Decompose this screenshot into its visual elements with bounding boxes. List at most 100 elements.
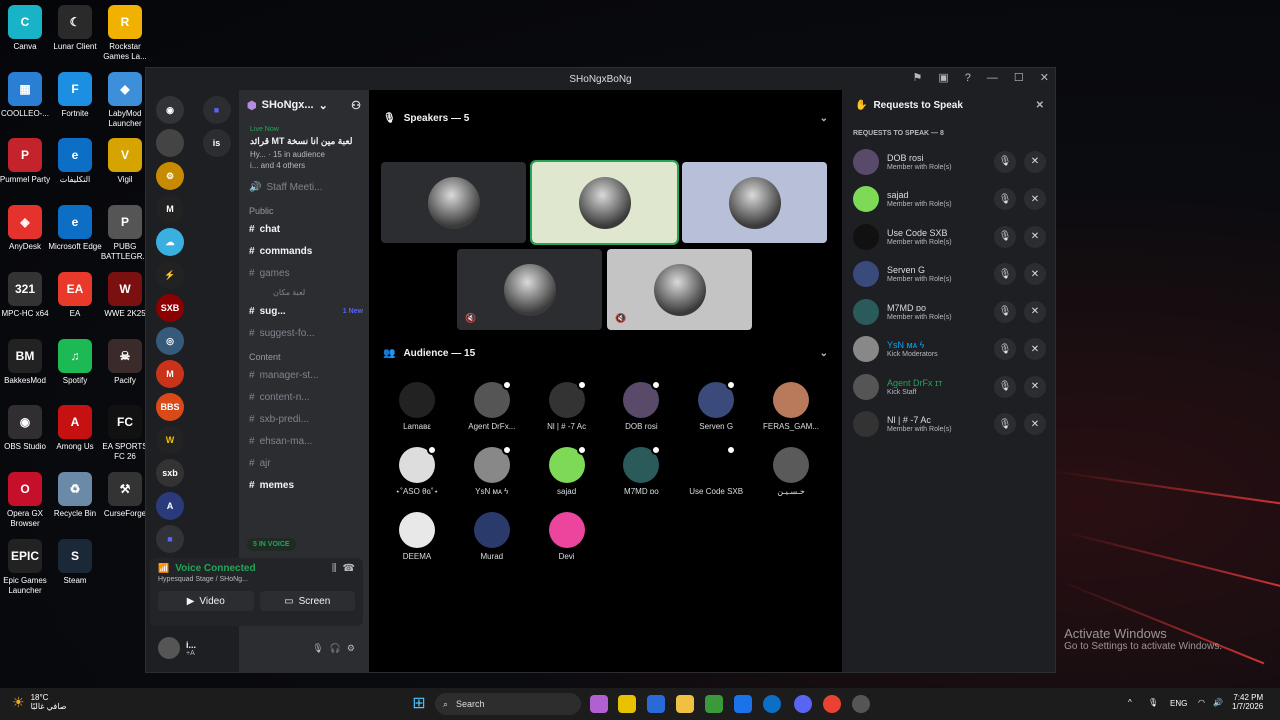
audience-member[interactable]: Agent DrFx... <box>454 380 530 431</box>
speaker-tile[interactable]: 🔇 <box>457 249 602 330</box>
screen-share-button[interactable]: ▭ Screen <box>259 591 355 611</box>
channel-item[interactable]: 🔊 Staff Meeti... <box>239 176 369 198</box>
audience-member[interactable]: Nl | # -7 Ac <box>529 380 605 431</box>
video-button[interactable]: ▶ Video <box>158 591 254 611</box>
close-window-button[interactable]: ✕ <box>1040 71 1049 84</box>
dismiss-request-button[interactable]: ✕ <box>1024 375 1046 398</box>
speakers-header[interactable]: 🎙 Speakers — 5 ⌄ <box>369 106 842 130</box>
speaker-tile[interactable] <box>381 162 526 243</box>
folder-icon[interactable]: ■ <box>156 525 184 553</box>
server-icon[interactable]: ☁ <box>156 228 184 256</box>
channel-item[interactable]: # sxb-predi... <box>239 408 369 430</box>
dismiss-request-button[interactable]: ✕ <box>1024 300 1046 323</box>
channel-category[interactable]: Public <box>239 198 369 218</box>
clock[interactable]: 7:42 PM 1/7/2026 <box>1232 693 1263 711</box>
microphone-icon[interactable]: 🎙 <box>312 643 323 654</box>
server-icon[interactable]: ◎ <box>156 327 184 355</box>
live-stage-card[interactable]: Live Now قرائد MT لعبة مين انا نسخة Hy..… <box>245 122 363 174</box>
chrome-icon[interactable] <box>823 695 841 713</box>
invite-to-speak-button[interactable]: 🎙 <box>994 150 1016 173</box>
app-icon[interactable] <box>852 695 870 713</box>
close-icon[interactable]: ✕ <box>1036 100 1044 111</box>
channel-item[interactable]: # sug... 1 New <box>239 300 369 322</box>
voice-channel[interactable]: Hypesquad Stage / SHoNg... <box>158 576 355 583</box>
disconnect-icon[interactable]: ☎ <box>343 563 355 574</box>
server-icon[interactable]: W <box>156 426 184 454</box>
audience-member[interactable]: خـسـيـن <box>753 447 829 496</box>
thread-item[interactable]: لعبة مكان <box>239 284 369 300</box>
invite-to-speak-button[interactable]: 🎙 <box>994 338 1016 361</box>
server-icon[interactable]: ⚙ <box>156 162 184 190</box>
channel-category[interactable]: Content <box>239 344 369 364</box>
discord-icon[interactable] <box>794 695 812 713</box>
minimize-button[interactable]: — <box>987 72 998 84</box>
file-explorer-icon[interactable] <box>676 695 694 713</box>
windows-start-icon[interactable]: ⊞ <box>410 695 428 713</box>
audience-member[interactable]: DEEMA <box>379 512 455 561</box>
inbox-icon[interactable]: ▣ <box>938 71 948 84</box>
dm-item[interactable]: is <box>202 129 231 157</box>
channel-item[interactable]: # chat <box>239 218 369 240</box>
server-icon[interactable]: BBS <box>156 393 184 421</box>
server-icon[interactable]: sxb <box>156 459 184 487</box>
shield-icon[interactable] <box>647 695 665 713</box>
server-icon[interactable]: SXB <box>156 294 184 322</box>
audience-member[interactable]: YsN ᴍᴀ ϟ <box>454 445 530 496</box>
minecraft-icon[interactable] <box>705 695 723 713</box>
dismiss-request-button[interactable]: ✕ <box>1024 225 1046 248</box>
copilot-icon[interactable] <box>590 695 608 713</box>
avatar[interactable] <box>853 298 879 325</box>
channel-item[interactable]: # suggest-fo... <box>239 322 369 344</box>
chevron-up-icon[interactable]: ^ <box>1128 698 1132 707</box>
volume-icon[interactable]: 🔊 <box>1213 698 1223 707</box>
server-icon[interactable]: M <box>156 360 184 388</box>
channel-item[interactable]: # commands <box>239 240 369 262</box>
audience-header[interactable]: 👥 Audience — 15 ⌄ <box>369 341 842 365</box>
taskbar-search[interactable]: ⌕ Search <box>435 693 581 715</box>
dismiss-request-button[interactable]: ✕ <box>1024 338 1046 361</box>
server-icon[interactable]: ⚡ <box>156 261 184 289</box>
invite-to-speak-button[interactable]: 🎙 <box>994 413 1016 436</box>
desktop-shortcut[interactable]: S Steam <box>46 538 104 586</box>
audience-member[interactable]: Serven G <box>678 380 754 431</box>
audience-member[interactable]: Lamaвε <box>379 382 455 431</box>
speaker-tile[interactable] <box>530 160 679 245</box>
wifi-icon[interactable]: ◠ <box>1198 698 1205 707</box>
dismiss-request-button[interactable]: ✕ <box>1024 413 1046 436</box>
avatar[interactable] <box>853 411 879 438</box>
audience-member[interactable]: Devi <box>529 512 605 561</box>
noise-icon[interactable]: ⫼ <box>332 563 337 574</box>
help-icon[interactable]: ? <box>965 72 971 84</box>
channel-item[interactable]: # ehsan-ma... <box>239 430 369 452</box>
audience-member[interactable]: sajad <box>529 445 605 496</box>
language-indicator[interactable]: ENG <box>1170 699 1187 708</box>
server-icon[interactable] <box>156 129 184 157</box>
invite-to-speak-button[interactable]: 🎙 <box>994 300 1016 323</box>
server-header[interactable]: ⬢ SHoNgx... ⌄ ⚇ <box>239 90 369 120</box>
speaker-tile[interactable] <box>682 162 827 243</box>
channel-item[interactable]: # manager-st... <box>239 364 369 386</box>
channel-item[interactable]: # ajr <box>239 452 369 474</box>
audience-member[interactable]: FERAS_GAM... <box>753 382 829 431</box>
headphones-icon[interactable]: 🎧 <box>330 643 341 654</box>
avatar[interactable] <box>853 373 879 400</box>
avatar[interactable] <box>853 336 879 363</box>
edge-icon[interactable] <box>763 695 781 713</box>
discord-home-icon[interactable]: ◉ <box>156 96 184 124</box>
folder-icon[interactable]: ■ <box>202 96 231 124</box>
edge-icon[interactable] <box>734 695 752 713</box>
audience-member[interactable]: M7MD ɒo <box>603 445 679 496</box>
dismiss-request-button[interactable]: ✕ <box>1024 150 1046 173</box>
channel-item[interactable]: # memes <box>239 474 369 496</box>
in-voice-badge[interactable]: 5 IN VOICE <box>247 538 296 551</box>
dismiss-request-button[interactable]: ✕ <box>1024 188 1046 211</box>
server-icon[interactable]: M <box>156 195 184 223</box>
avatar[interactable] <box>853 223 879 250</box>
invite-to-speak-button[interactable]: 🎙 <box>994 188 1016 211</box>
channel-item[interactable]: # games <box>239 262 369 284</box>
avatar[interactable] <box>853 261 879 288</box>
audience-member[interactable]: DOB rosi <box>603 380 679 431</box>
avatar[interactable] <box>853 148 879 175</box>
microphone-icon[interactable]: 🎙 <box>1148 698 1158 707</box>
audience-member[interactable]: Murad <box>454 512 530 561</box>
